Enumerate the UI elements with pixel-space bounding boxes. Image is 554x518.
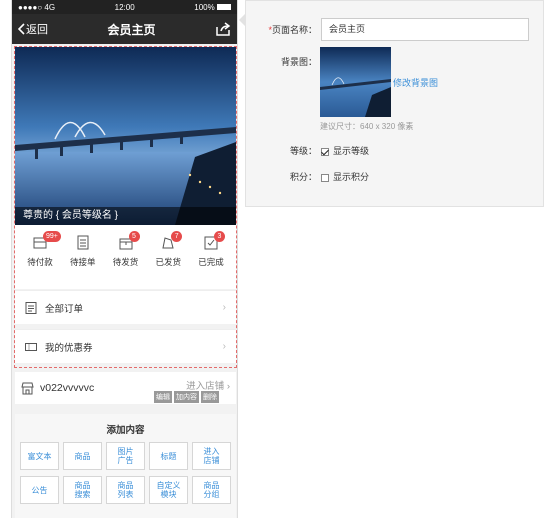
- settings-form: *页面名称： 会员主页 背景图： 等级： 显示等级 积分： 显示积分: [245, 0, 544, 207]
- page-title: 会员主页: [107, 22, 156, 37]
- points-label: 积分：: [289, 172, 317, 182]
- background-label: 背景图：: [280, 57, 317, 67]
- status-bar: ●●●●○ 4G 12:00 100%: [12, 0, 237, 14]
- enter-shop-link[interactable]: 进入店铺 ›: [186, 378, 230, 392]
- back-button[interactable]: 返回: [18, 21, 48, 37]
- size-hint: 建议尺寸：640 x 320 像素: [320, 122, 414, 131]
- notice-button[interactable]: 公告: [20, 476, 59, 504]
- add-content-panel: 添加内容 富文本 商品 图片 广告 标题 进入 店铺 公告 商品 搜索 商品 列…: [15, 414, 236, 518]
- checkbox-unchecked-icon[interactable]: [321, 173, 329, 182]
- page-name-input[interactable]: 会员主页: [321, 18, 529, 41]
- level-row: 等级： 显示等级: [246, 144, 369, 157]
- goods-button[interactable]: 商品: [63, 442, 102, 470]
- points-option-label: 显示积分: [333, 172, 370, 182]
- clock-text: 12:00: [114, 2, 135, 12]
- goods-list-button[interactable]: 商品 列表: [106, 476, 145, 504]
- back-label: 返回: [26, 24, 48, 36]
- title-bar: 返回 会员主页: [12, 14, 237, 44]
- image-ad-button[interactable]: 图片 广告: [106, 442, 145, 470]
- delete-button[interactable]: 删除: [201, 391, 219, 403]
- goods-search-button[interactable]: 商品 搜索: [63, 476, 102, 504]
- level-label: 等级：: [289, 146, 317, 156]
- add-content-title: 添加内容: [106, 425, 145, 436]
- shop-name: v022vvvvvc: [40, 382, 95, 394]
- edit-button[interactable]: 编辑: [154, 391, 172, 403]
- goods-group-button[interactable]: 商品 分组: [192, 476, 231, 504]
- points-checkbox[interactable]: 显示积分: [321, 170, 369, 183]
- page-name-row: *页面名称： 会员主页: [246, 18, 529, 41]
- shop-actions: 编辑 加内容 删除: [154, 391, 219, 403]
- points-row: 积分： 显示积分: [246, 170, 369, 183]
- checkbox-checked-icon[interactable]: [321, 147, 329, 156]
- share-icon[interactable]: [215, 22, 231, 36]
- page-name-label: 页面名称：: [271, 25, 317, 35]
- modify-background-link[interactable]: 修改背景图: [393, 76, 438, 89]
- add-content-button[interactable]: 加内容: [174, 391, 199, 403]
- background-thumbnail: [320, 47, 391, 117]
- background-row: 背景图：: [246, 55, 321, 68]
- chevron-left-icon: [18, 23, 25, 35]
- battery-text: 100%: [194, 3, 231, 12]
- level-checkbox[interactable]: 显示等级: [321, 144, 369, 157]
- custom-module-button[interactable]: 自定义 模块: [149, 476, 188, 504]
- phone-preview: ●●●●○ 4G 12:00 100% 返回 会员主页 尊贵的 {会员等级名 …: [11, 0, 238, 518]
- carrier-text: ●●●●○ 4G: [18, 2, 56, 12]
- heading-button[interactable]: 标题: [149, 442, 188, 470]
- store-icon: [21, 382, 34, 394]
- rich-text-button[interactable]: 富文本: [20, 442, 59, 470]
- level-option-label: 显示等级: [333, 146, 370, 156]
- enter-shop-button[interactable]: 进入 店铺: [192, 442, 231, 470]
- selected-module-outline: [14, 46, 237, 368]
